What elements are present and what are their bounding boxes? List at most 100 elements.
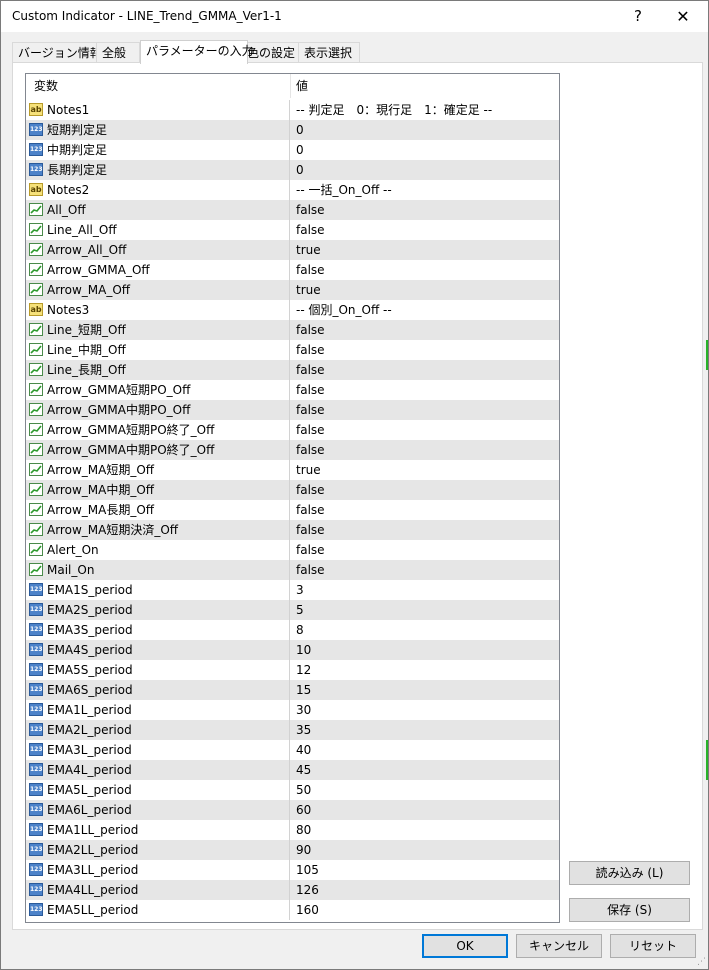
- table-row[interactable]: 123 EMA4L_period 45: [26, 760, 559, 780]
- parameter-value[interactable]: -- 判定足 0：現行足 1：確定足 --: [296, 100, 492, 120]
- table-row[interactable]: 123 EMA6S_period 15: [26, 680, 559, 700]
- table-row[interactable]: Mail_On false: [26, 560, 559, 580]
- table-row[interactable]: 123 EMA1S_period 3: [26, 580, 559, 600]
- table-row[interactable]: Arrow_GMMA短期PO_Off false: [26, 380, 559, 400]
- table-row[interactable]: 123 EMA6L_period 60: [26, 800, 559, 820]
- parameter-value[interactable]: 15: [296, 680, 311, 700]
- load-button[interactable]: 読み込み (L): [569, 861, 690, 885]
- table-row[interactable]: 123 EMA4S_period 10: [26, 640, 559, 660]
- parameter-value[interactable]: 50: [296, 780, 311, 800]
- table-row[interactable]: Arrow_GMMA中期PO_Off false: [26, 400, 559, 420]
- parameter-value[interactable]: 0: [296, 120, 304, 140]
- parameter-value[interactable]: false: [296, 500, 325, 520]
- parameter-value[interactable]: 160: [296, 900, 319, 920]
- tab-visualization[interactable]: 表示選択: [298, 42, 360, 63]
- parameter-value[interactable]: 35: [296, 720, 311, 740]
- parameter-value[interactable]: 90: [296, 840, 311, 860]
- parameter-value[interactable]: false: [296, 320, 325, 340]
- table-row[interactable]: 123 EMA5L_period 50: [26, 780, 559, 800]
- parameter-name-cell: Arrow_MA中期_Off: [26, 480, 290, 500]
- parameter-value[interactable]: false: [296, 520, 325, 540]
- parameter-value[interactable]: true: [296, 280, 321, 300]
- boolean-type-icon: [29, 443, 43, 456]
- parameter-value[interactable]: false: [296, 360, 325, 380]
- table-row[interactable]: 123 EMA3L_period 40: [26, 740, 559, 760]
- parameter-value[interactable]: 10: [296, 640, 311, 660]
- tab-version-info[interactable]: バージョン情報: [12, 42, 102, 63]
- table-row[interactable]: Arrow_MA中期_Off false: [26, 480, 559, 500]
- parameter-value[interactable]: 0: [296, 160, 304, 180]
- resize-grip-icon[interactable]: ⋰: [697, 957, 706, 967]
- parameter-value[interactable]: false: [296, 340, 325, 360]
- table-row[interactable]: ab Notes1 -- 判定足 0：現行足 1：確定足 --: [26, 100, 559, 120]
- parameter-value[interactable]: 40: [296, 740, 311, 760]
- parameter-value[interactable]: false: [296, 440, 325, 460]
- table-row[interactable]: Line_短期_Off false: [26, 320, 559, 340]
- table-row[interactable]: 123 EMA2LL_period 90: [26, 840, 559, 860]
- parameter-value[interactable]: -- 個別_On_Off --: [296, 300, 392, 320]
- ok-button[interactable]: OK: [422, 934, 508, 958]
- parameter-value[interactable]: false: [296, 200, 325, 220]
- parameter-value[interactable]: 3: [296, 580, 304, 600]
- table-row[interactable]: Line_長期_Off false: [26, 360, 559, 380]
- reset-button[interactable]: リセット: [610, 934, 696, 958]
- table-row[interactable]: 123 中期判定足 0: [26, 140, 559, 160]
- tab-general[interactable]: 全般: [96, 42, 140, 63]
- help-button[interactable]: ?: [616, 1, 660, 32]
- parameter-value[interactable]: 12: [296, 660, 311, 680]
- table-row[interactable]: 123 EMA5LL_period 160: [26, 900, 559, 920]
- table-row[interactable]: Line_All_Off false: [26, 220, 559, 240]
- parameter-value[interactable]: true: [296, 240, 321, 260]
- parameter-value[interactable]: false: [296, 260, 325, 280]
- table-row[interactable]: Arrow_GMMA短期PO終了_Off false: [26, 420, 559, 440]
- table-row[interactable]: All_Off false: [26, 200, 559, 220]
- table-row[interactable]: 123 EMA1L_period 30: [26, 700, 559, 720]
- table-row[interactable]: 123 EMA3S_period 8: [26, 620, 559, 640]
- parameter-value[interactable]: 105: [296, 860, 319, 880]
- parameter-value[interactable]: 60: [296, 800, 311, 820]
- table-row[interactable]: Arrow_MA短期決済_Off false: [26, 520, 559, 540]
- parameter-value[interactable]: true: [296, 460, 321, 480]
- parameter-value[interactable]: false: [296, 220, 325, 240]
- table-row[interactable]: Arrow_GMMA中期PO終了_Off false: [26, 440, 559, 460]
- table-row[interactable]: Arrow_MA長期_Off false: [26, 500, 559, 520]
- table-row[interactable]: 123 EMA2L_period 35: [26, 720, 559, 740]
- table-row[interactable]: Arrow_All_Off true: [26, 240, 559, 260]
- table-row[interactable]: 123 EMA5S_period 12: [26, 660, 559, 680]
- parameter-value[interactable]: false: [296, 400, 325, 420]
- close-button[interactable]: ✕: [661, 1, 705, 32]
- table-row[interactable]: Line_中期_Off false: [26, 340, 559, 360]
- column-header-value[interactable]: 値: [296, 74, 308, 98]
- parameter-value[interactable]: 0: [296, 140, 304, 160]
- table-row[interactable]: 123 EMA1LL_period 80: [26, 820, 559, 840]
- table-row[interactable]: 123 短期判定足 0: [26, 120, 559, 140]
- parameter-value[interactable]: 8: [296, 620, 304, 640]
- column-divider[interactable]: [290, 74, 291, 98]
- parameter-value[interactable]: false: [296, 560, 325, 580]
- table-row[interactable]: Arrow_GMMA_Off false: [26, 260, 559, 280]
- save-button[interactable]: 保存 (S): [569, 898, 690, 922]
- parameter-value[interactable]: 5: [296, 600, 304, 620]
- table-row[interactable]: ab Notes3 -- 個別_On_Off --: [26, 300, 559, 320]
- parameter-value[interactable]: false: [296, 540, 325, 560]
- table-row[interactable]: 123 EMA3LL_period 105: [26, 860, 559, 880]
- table-row[interactable]: Arrow_MA短期_Off true: [26, 460, 559, 480]
- table-row[interactable]: 123 長期判定足 0: [26, 160, 559, 180]
- table-row[interactable]: 123 EMA4LL_period 126: [26, 880, 559, 900]
- parameter-value[interactable]: 80: [296, 820, 311, 840]
- parameter-value[interactable]: 126: [296, 880, 319, 900]
- parameter-value[interactable]: 30: [296, 700, 311, 720]
- cancel-button[interactable]: キャンセル: [516, 934, 602, 958]
- table-row[interactable]: Alert_On false: [26, 540, 559, 560]
- tab-parameters[interactable]: パラメーターの入力: [140, 40, 254, 64]
- table-row[interactable]: 123 EMA2S_period 5: [26, 600, 559, 620]
- parameter-name: EMA2L_period: [47, 723, 132, 737]
- table-row[interactable]: ab Notes2 -- 一括_On_Off --: [26, 180, 559, 200]
- parameter-value[interactable]: -- 一括_On_Off --: [296, 180, 392, 200]
- parameter-value[interactable]: 45: [296, 760, 311, 780]
- parameter-value[interactable]: false: [296, 380, 325, 400]
- table-row[interactable]: Arrow_MA_Off true: [26, 280, 559, 300]
- parameter-value[interactable]: false: [296, 420, 325, 440]
- parameter-value[interactable]: false: [296, 480, 325, 500]
- column-header-variable[interactable]: 変数: [34, 74, 58, 98]
